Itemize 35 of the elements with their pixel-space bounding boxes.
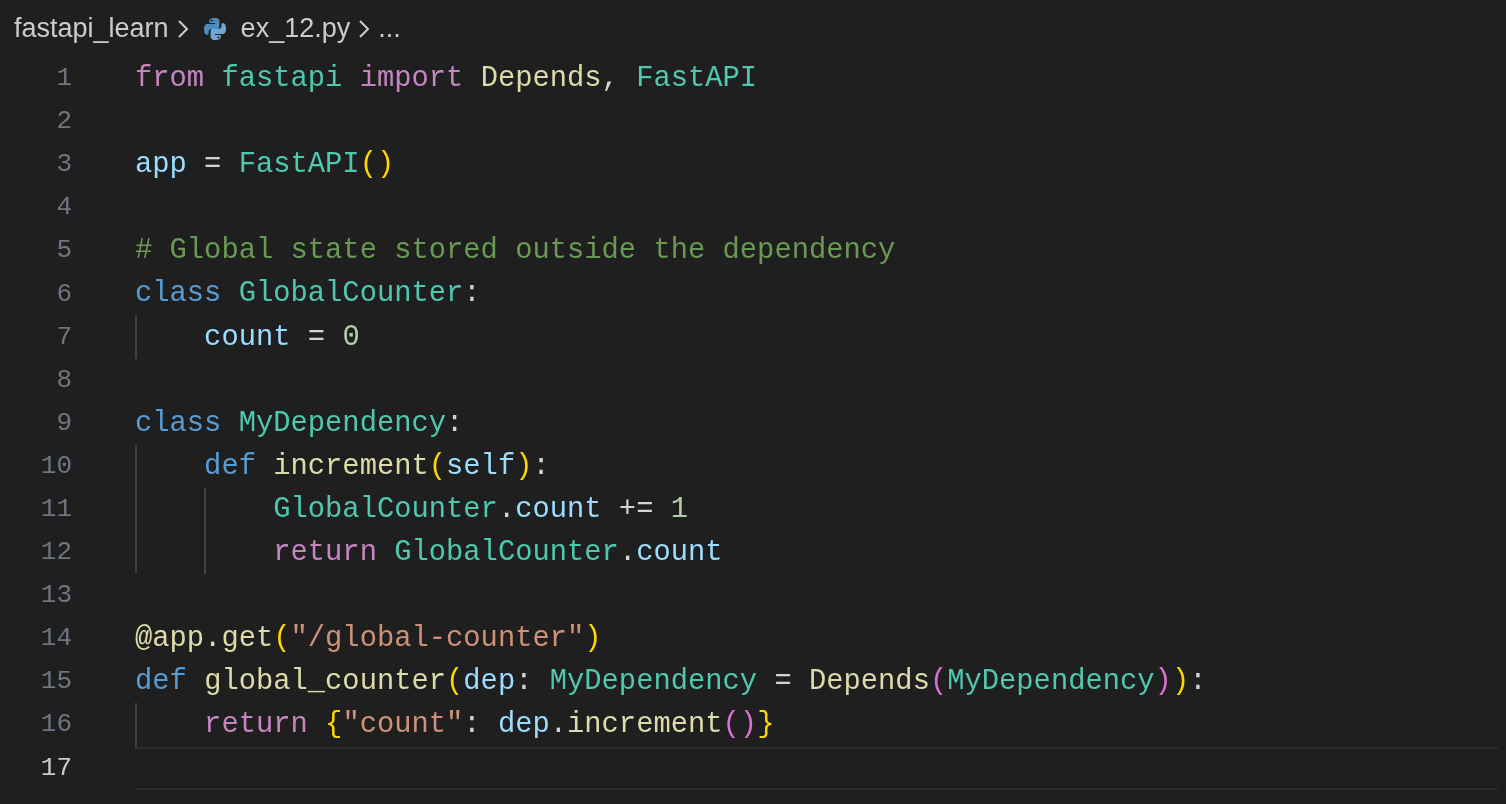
- code-line: return {"count": dep.increment()}: [203, 707, 775, 744]
- line-number: 13: [39, 579, 72, 613]
- line-number: 10: [39, 449, 72, 483]
- line-number: 16: [39, 708, 72, 742]
- code-line: app = FastAPI(): [135, 147, 395, 184]
- line-number: 5: [55, 234, 72, 268]
- chevron-right-icon: [176, 18, 189, 39]
- line-number: 7: [55, 320, 72, 354]
- line-number: 2: [55, 105, 72, 139]
- line-number: 17: [39, 751, 72, 785]
- code-line: count = 0: [203, 319, 360, 356]
- breadcrumb-more[interactable]: ...: [378, 8, 401, 49]
- line-number: 8: [55, 363, 72, 397]
- line-number: 9: [55, 406, 72, 440]
- line-number: 11: [39, 493, 72, 526]
- line-number: 12: [39, 536, 72, 570]
- line-number: 4: [55, 191, 72, 225]
- python-file-icon: [202, 16, 227, 41]
- code-line: class MyDependency:: [135, 405, 464, 442]
- breadcrumb-file[interactable]: ex_12.py: [240, 8, 351, 49]
- line-number: 1: [55, 62, 72, 96]
- line-number: 14: [39, 622, 72, 656]
- line-number: 15: [39, 665, 72, 699]
- breadcrumb-folder[interactable]: fastapi_learn: [14, 8, 169, 49]
- code-line: def global_counter(dep: MyDependency = Depends(MyDependency)):: [135, 664, 1207, 701]
- code-line: from fastapi import Depends, FastAPI: [135, 60, 758, 97]
- code-line: @app.get("/global-counter"): [135, 621, 602, 658]
- code-line: def increment(self):: [203, 448, 550, 485]
- code-line: # Global state stored outside the dependency: [135, 233, 896, 270]
- code-line: return GlobalCounter.count: [272, 535, 723, 571]
- line-number: 3: [55, 148, 72, 182]
- chevron-right-icon: [358, 18, 371, 39]
- line-number: 6: [55, 277, 72, 311]
- code-line: class GlobalCounter:: [135, 276, 481, 313]
- code-line: GlobalCounter.count += 1: [272, 491, 688, 528]
